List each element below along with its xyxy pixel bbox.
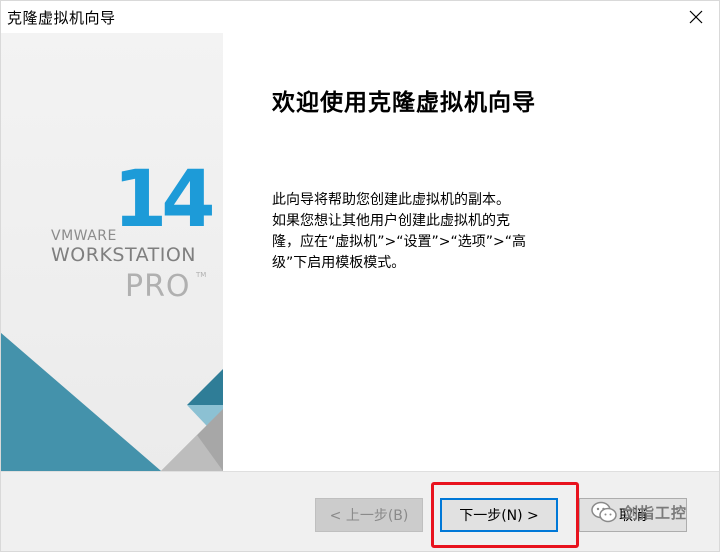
logo-trademark: TM <box>196 271 207 279</box>
logo-version-number: 14 <box>113 155 216 245</box>
wizard-description: 此向导将帮助您创建此虚拟机的副本。 如果您想让其他用户创建此虚拟机的克 隆，应在… <box>272 190 562 274</box>
cancel-button[interactable]: 取消 <box>579 498 687 532</box>
close-button[interactable] <box>673 1 719 33</box>
description-line: 隆，应在“虚拟机”>“设置”>“选项”>“高 <box>272 234 526 250</box>
logo-pro-text: PRO <box>125 269 191 304</box>
back-button[interactable]: < 上一步(B) <box>315 498 423 532</box>
description-line: 级”下启用模板模式。 <box>272 255 406 271</box>
window-title: 克隆虚拟机向导 <box>7 9 116 27</box>
description-line: 如果您想让其他用户创建此虚拟机的克 <box>272 213 510 229</box>
description-line: 此向导将帮助您创建此虚拟机的副本。 <box>272 192 510 208</box>
next-button[interactable]: 下一步(N) > <box>440 498 558 532</box>
wizard-banner: 14 VMWARE WORKSTATION PRO TM <box>1 33 223 471</box>
title-bar: 克隆虚拟机向导 <box>1 1 719 33</box>
logo-workstation-text: WORKSTATION <box>51 244 196 266</box>
close-icon <box>689 10 703 24</box>
logo-vmware-text: VMWARE <box>51 228 117 244</box>
clone-vm-wizard-window: 克隆虚拟机向导 14 VMWARE WORKSTATION PRO TM 欢迎使… <box>0 0 720 552</box>
wizard-heading: 欢迎使用克隆虚拟机向导 <box>272 90 536 116</box>
wizard-footer: < 上一步(B) 下一步(N) > 取消 <box>1 472 719 551</box>
